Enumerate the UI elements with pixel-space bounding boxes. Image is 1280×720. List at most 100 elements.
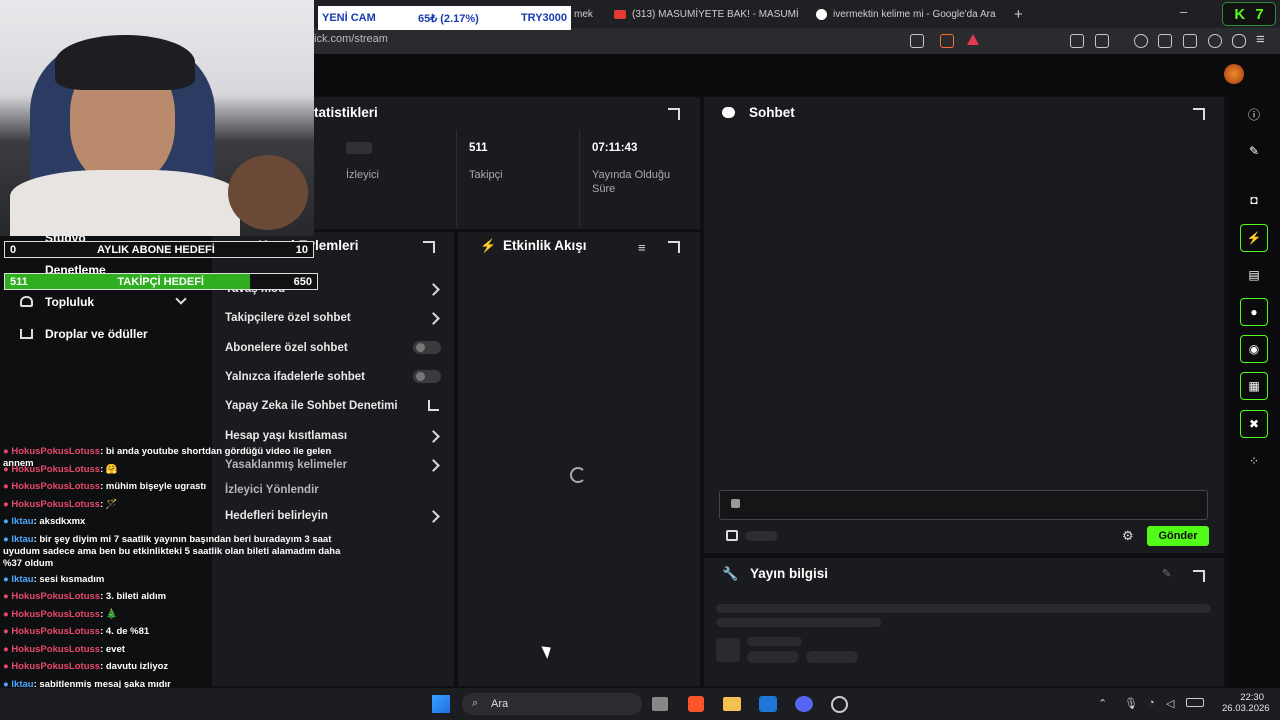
- task-view-icon[interactable]: [652, 697, 668, 711]
- lightning-rail-icon[interactable]: ⚡: [1240, 224, 1268, 252]
- overlay-chat-line: ● HokusPokusLotuss: 🤗: [3, 464, 353, 476]
- search-label: Ara: [491, 698, 509, 710]
- chat-username: HokusPokusLotuss: [11, 643, 101, 655]
- chat-message: : 🎄: [100, 608, 118, 620]
- chat-username: HokusPokusLotuss: [11, 661, 101, 672]
- chat-username: lktau: [11, 533, 34, 545]
- file-explorer-icon[interactable]: [723, 697, 741, 711]
- overlay-chat-line: ● HokusPokusLotuss: evet: [3, 644, 353, 656]
- tab-partial[interactable]: mek: [574, 4, 600, 24]
- windows-start-icon[interactable]: [432, 695, 450, 713]
- chat-input[interactable]: [719, 490, 1208, 520]
- community-icon: [20, 296, 33, 307]
- kick-logo-icon: K: [1234, 5, 1246, 23]
- tab-title: (313) MASUMİYETE BAK! - MASUMİY: [632, 8, 799, 20]
- battery-icon[interactable]: [1186, 698, 1204, 707]
- sidebar-toggle-icon[interactable]: [1158, 34, 1172, 48]
- clock[interactable]: 22:30 26.03.2026: [1222, 692, 1270, 714]
- tools-icon[interactable]: ✖: [1240, 410, 1268, 438]
- info-icon[interactable]: ⓘ: [1240, 100, 1268, 128]
- sidebar-item-community[interactable]: Topluluk: [45, 295, 94, 309]
- settings-gear-icon[interactable]: ⚙: [1122, 528, 1134, 544]
- chat-username: HokusPokusLotuss: [11, 498, 101, 510]
- subscribers-only-toggle[interactable]: [413, 341, 441, 354]
- obs-icon[interactable]: [831, 696, 848, 713]
- account-age-item[interactable]: Hesap yaşı kısıtlaması: [225, 426, 347, 446]
- broadcast-icon[interactable]: ◉: [1240, 335, 1268, 363]
- stats-title: tatistikleri: [314, 105, 378, 120]
- goal-target: 650: [293, 275, 312, 288]
- send-button[interactable]: Gönder: [1147, 526, 1209, 546]
- chat-rail-icon[interactable]: ●: [1240, 298, 1268, 326]
- taskbar-search[interactable]: ⌕ Ara: [462, 693, 642, 715]
- followers-only-item[interactable]: Takipçilere özel sohbet: [225, 308, 351, 328]
- popout-icon[interactable]: [668, 241, 680, 253]
- speaker-icon[interactable]: ◁: [1166, 697, 1174, 710]
- extensions-icon[interactable]: [1070, 34, 1084, 48]
- drops-icon: [20, 329, 33, 339]
- chat-title: Sohbet: [749, 105, 795, 120]
- leo-icon[interactable]: [1208, 34, 1222, 48]
- menu-icon[interactable]: ≡: [1256, 31, 1265, 48]
- skeleton-line: [716, 604, 1211, 613]
- follow-goal-bar: 511 TAKİPÇİ HEDEFİ 650: [4, 273, 318, 290]
- vpn-icon[interactable]: [1232, 34, 1246, 48]
- new-tab-button[interactable]: +: [1014, 6, 1023, 23]
- pencil-icon[interactable]: ✎: [1240, 137, 1268, 165]
- chat-username: HokusPokusLotuss: [11, 481, 101, 492]
- edit-icon[interactable]: ✎: [1162, 567, 1171, 580]
- tray-chevron-icon[interactable]: ⌃: [1098, 697, 1107, 710]
- kick-extension-badge[interactable]: K 7: [1222, 2, 1276, 26]
- lightning-icon: ⚡: [480, 238, 497, 253]
- goal-label: TAKİPÇİ HEDEFİ: [117, 275, 204, 288]
- brave-rewards-icon[interactable]: [967, 34, 979, 45]
- stream-info-title: Yayın bilgisi: [750, 566, 829, 581]
- wallet-icon[interactable]: [1183, 34, 1197, 48]
- popout-icon[interactable]: [1193, 108, 1205, 120]
- chat-message: : evet: [100, 643, 125, 655]
- emote-only-toggle[interactable]: [413, 370, 441, 383]
- popout-icon[interactable]: [668, 108, 680, 120]
- ai-moderation-item[interactable]: Yapay Zeka ile Sohbet Denetimi: [225, 396, 398, 416]
- headphones: [55, 35, 195, 90]
- camera-icon[interactable]: ◘: [1240, 186, 1268, 214]
- app-header: [314, 54, 1280, 96]
- search-icon: ⌕: [472, 697, 479, 709]
- connections-icon[interactable]: ⁘: [1240, 447, 1268, 475]
- lock-icon: [731, 499, 740, 508]
- chat-message: : 4. de %81: [100, 626, 150, 637]
- screenshot-icon[interactable]: [1095, 34, 1109, 48]
- share-icon[interactable]: [910, 34, 924, 48]
- viewers-skeleton: [346, 142, 372, 154]
- music-icon[interactable]: [1134, 34, 1148, 48]
- notes-icon[interactable]: ▤: [1240, 261, 1268, 289]
- brave-browser-icon[interactable]: [688, 696, 704, 712]
- minimize-button[interactable]: –: [1180, 4, 1187, 19]
- brave-shield-icon[interactable]: [940, 34, 954, 48]
- chat-username: lktau: [11, 573, 34, 585]
- chat-username: HokusPokusLotuss: [11, 626, 101, 637]
- goal-current: 511: [10, 275, 28, 288]
- microphone-icon[interactable]: 🎙: [1124, 697, 1138, 710]
- activity-title: Etkinlik Akışı: [503, 238, 587, 253]
- tab-google[interactable]: ivermektin kelime mi - Google'da Ara: [816, 4, 1010, 24]
- overlay-chat-line: ● lktau: sesi kısmadım: [3, 574, 353, 586]
- popout-icon[interactable]: [1193, 570, 1205, 582]
- discord-icon[interactable]: [795, 696, 813, 712]
- sidebar-item-drops[interactable]: Droplar ve ödüller: [45, 327, 148, 341]
- store-icon[interactable]: [726, 530, 738, 541]
- filter-icon[interactable]: ≡: [638, 240, 646, 255]
- user-avatar[interactable]: [1224, 64, 1244, 84]
- layout-icon[interactable]: ▦: [1240, 372, 1268, 400]
- overlay-chat-line: ● HokusPokusLotuss: 3. bileti aldım: [3, 591, 353, 603]
- activity-feed-panel: [458, 232, 700, 686]
- popout-icon[interactable]: [423, 241, 435, 253]
- stat-value: 511: [469, 142, 488, 154]
- mail-icon[interactable]: [759, 696, 777, 712]
- chat-username: HokusPokusLotuss: [11, 463, 101, 475]
- chat-username: HokusPokusLotuss: [11, 591, 101, 602]
- wifi-icon[interactable]: ◔: [1148, 697, 1155, 709]
- chat-message: : 🪄: [100, 498, 118, 510]
- tab-youtube[interactable]: (313) MASUMİYETE BAK! - MASUMİY: [614, 4, 799, 24]
- url-text[interactable]: ick.com/stream: [314, 33, 388, 45]
